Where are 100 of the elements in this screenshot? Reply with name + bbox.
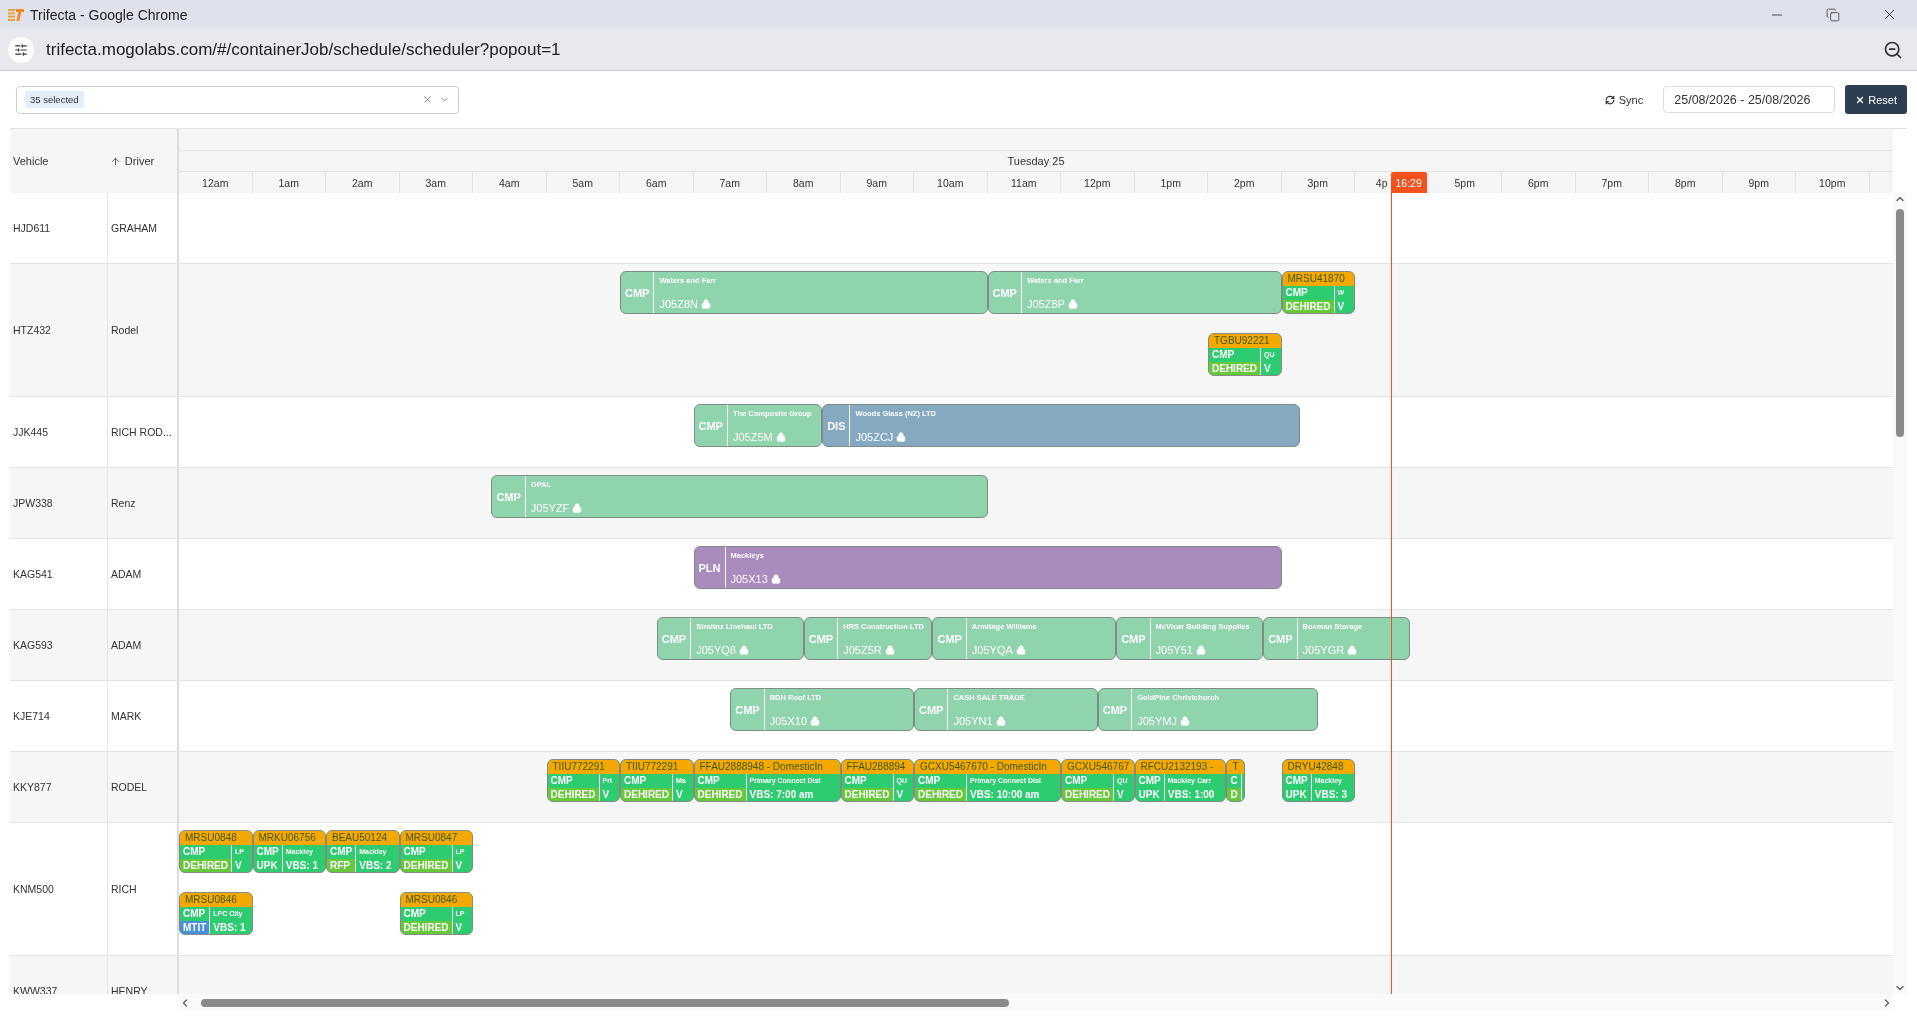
driver-cell: RODEL (111, 781, 148, 793)
horizontal-scrollbar[interactable] (179, 994, 1893, 1011)
clear-icon[interactable] (422, 94, 433, 105)
driver-cell: Rodel (111, 324, 139, 336)
job-number: J05Z8N (659, 298, 698, 310)
hour-label: 12pm (1084, 176, 1111, 189)
vbs-time: V (234, 858, 243, 872)
reset-button[interactable]: Reset (1845, 85, 1907, 114)
container-number: MRSU0846 (180, 893, 252, 907)
hour-label: 10am (937, 176, 964, 189)
job-number: J05ZCJ (855, 431, 894, 443)
date-range-field[interactable]: 25/08/2026 - 25/08/2026 (1663, 86, 1836, 113)
vbs-time: V (601, 787, 611, 801)
column-header[interactable]: Driver (124, 155, 155, 167)
hour-label: 3am (425, 176, 446, 189)
job-type-label: CMP (1264, 618, 1298, 659)
restore-icon[interactable] (1826, 7, 1840, 22)
driver-cell: MARK (111, 710, 142, 722)
vbs-time: V (454, 858, 464, 872)
vehicle-cell: KAG593 (13, 639, 53, 651)
hour-label: 3pm (1307, 176, 1328, 189)
job-number: J05YZF (530, 502, 570, 514)
column-header[interactable]: Vehicle (13, 155, 49, 167)
logo-icon (8, 8, 24, 21)
container-number: FFAU288894 (841, 760, 913, 774)
job-type-label: PLN (694, 547, 726, 588)
hour-label: 12am (202, 176, 229, 189)
vehicle-cell: KJE714 (13, 710, 50, 722)
job-type-label: CMP (1135, 774, 1165, 788)
site-info-button[interactable] (8, 36, 34, 63)
job-number: J05YQA (971, 644, 1013, 656)
hour-label: 4p (1375, 176, 1388, 189)
vbs-time: V (675, 787, 684, 801)
vehicle-cell: JJK445 (13, 426, 49, 438)
job-type-label: CMP (694, 774, 747, 788)
vbs-time: VBS: 1 (212, 920, 247, 934)
container-number: FFAU2888948 - DomesticIn (694, 760, 840, 774)
job-type-label: CMP (327, 845, 357, 859)
hour-label: 4am (499, 176, 520, 189)
job-type-label: CMP (915, 774, 967, 788)
job-type-label: CMP (915, 689, 949, 730)
job-type-label: CMP (1117, 618, 1151, 659)
driver-cell: RICH (111, 883, 137, 895)
container-number: MRSU41870 (1282, 272, 1354, 286)
job-number: J05YGR (1302, 644, 1345, 656)
job-type-label: CMP (933, 618, 967, 659)
job-type-label: CMP (547, 774, 600, 788)
scrollbar-thumb[interactable] (201, 998, 1009, 1007)
hour-label: 6pm (1528, 176, 1549, 189)
container-number: TIIU772291 (621, 760, 693, 774)
job-number: J05Y51 (1155, 644, 1193, 656)
job-type-label: CMP (1209, 348, 1261, 362)
job-type-label: CMP (180, 845, 232, 859)
vbs-time: V (1263, 361, 1272, 375)
zoom-icon[interactable] (1883, 39, 1903, 60)
vbs-time: V (1336, 299, 1346, 313)
sliders-icon (14, 42, 28, 57)
window-title: Trifecta - Google Chrome (30, 6, 189, 23)
current-time-badge: 16:29 (1390, 172, 1427, 193)
job-type-label: DIS (823, 405, 851, 446)
job-type-label: CMP (253, 845, 283, 859)
sort-arrow-icon[interactable] (109, 155, 121, 167)
vehicle-cell: HJD611 (13, 222, 51, 234)
job-number: J05YQ8 (696, 644, 736, 656)
vbs-time: VBS: 1:00 (1166, 787, 1216, 801)
vbs-time: VBS: 2 (358, 858, 393, 872)
vertical-scrollbar[interactable] (1893, 193, 1907, 994)
job-type-label: CMP (1282, 286, 1335, 300)
container-number: BEAU50124 (327, 831, 399, 845)
sync-button[interactable]: Sync (1594, 89, 1654, 110)
close-icon (1855, 94, 1866, 105)
job-type-label: CMP (400, 907, 453, 921)
vbs-time: V (895, 787, 905, 801)
hour-label: 8pm (1675, 176, 1696, 189)
filter-select[interactable]: 35 selected (16, 85, 459, 114)
job-type-label: CMP (731, 689, 765, 730)
container-number: MRSU0847 (400, 831, 472, 845)
container-number: DRYU42848 (1282, 760, 1354, 774)
vbs-time: VBS: 3 (1313, 787, 1348, 801)
container-number: MRSU0846 (400, 893, 472, 907)
scrollbar-thumb[interactable] (1896, 209, 1904, 437)
container-number: GCXU546767 (1062, 760, 1134, 774)
vehicle-cell: KAG541 (13, 568, 53, 580)
vbs-time: VBS: 7:00 am (748, 787, 815, 801)
hour-label: 2am (352, 176, 373, 189)
driver-cell: ADAM (111, 568, 142, 580)
container-card[interactable]: T C D (1226, 759, 1245, 802)
job-type-label: CMP (180, 907, 211, 921)
job-type-label: CMP (657, 618, 692, 659)
hour-label: 10pm (1819, 176, 1846, 189)
hour-label: 6am (646, 176, 667, 189)
hour-label: 2pm (1234, 176, 1255, 189)
driver-cell: ADAM (111, 639, 142, 651)
job-type-label: CMP (988, 272, 1022, 313)
job-type-label: CMP (1062, 774, 1114, 788)
job-number: J05X10 (769, 715, 807, 727)
container-number: TIIU772291 (547, 760, 619, 774)
hour-label: 7pm (1601, 176, 1622, 189)
vehicle-cell: JPW338 (13, 497, 53, 509)
job-type-label: CMP (841, 774, 894, 788)
